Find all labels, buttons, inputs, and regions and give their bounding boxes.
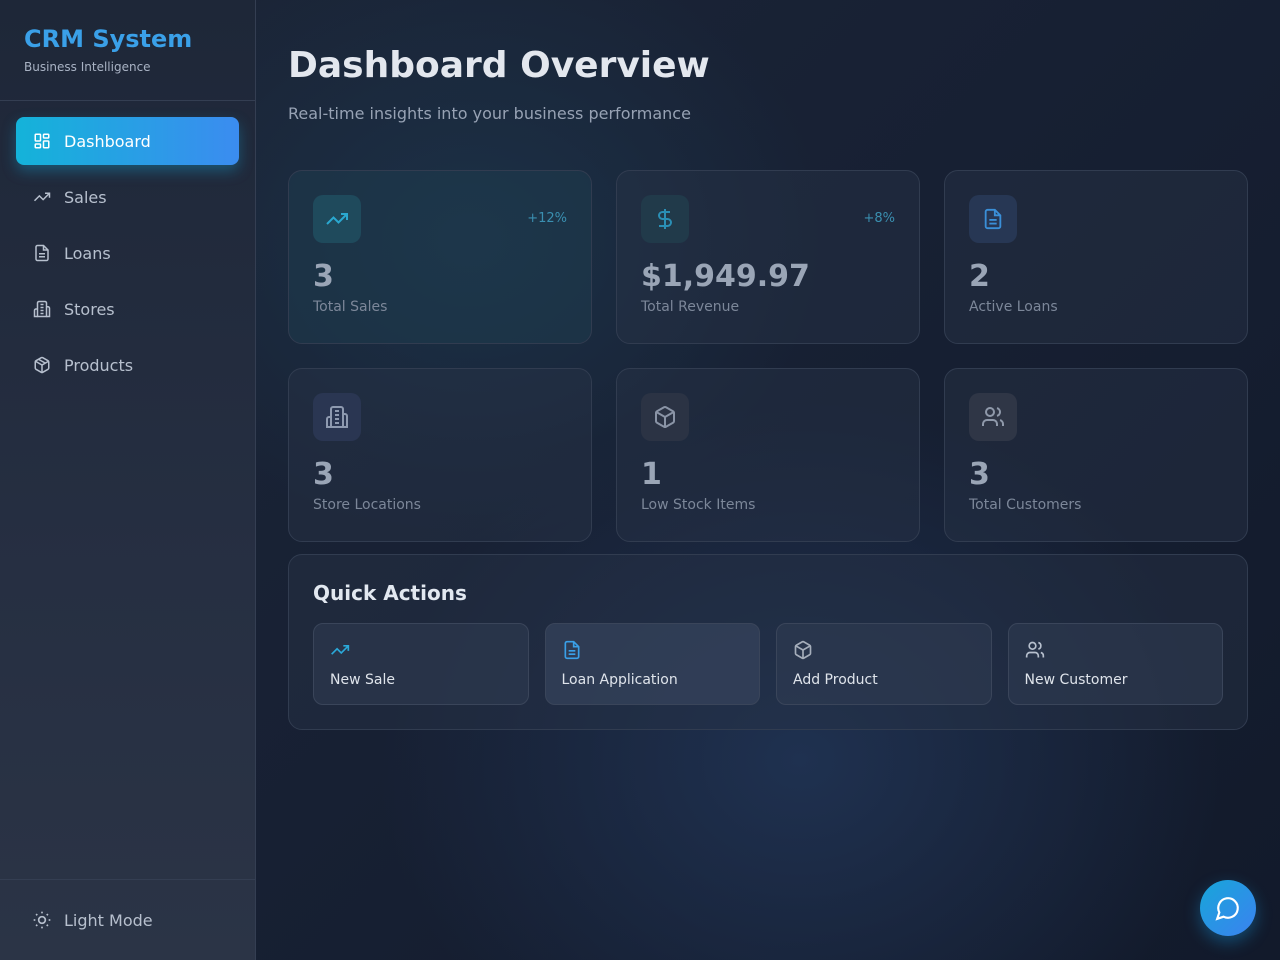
brand-subtitle: Business Intelligence xyxy=(24,60,151,74)
add-product-button[interactable]: Add Product xyxy=(776,623,992,705)
sidebar-nav: Dashboard Sales Loans Stores Products xyxy=(0,101,255,413)
stat-card-store-locations[interactable]: 3 Store Locations xyxy=(288,368,592,542)
chat-icon xyxy=(1215,895,1241,921)
stat-value: 3 xyxy=(313,457,334,492)
document-icon xyxy=(969,195,1017,243)
stat-label: Total Customers xyxy=(969,497,1082,513)
stat-card-low-stock[interactable]: 1 Low Stock Items xyxy=(616,368,920,542)
trending-up-icon xyxy=(330,640,512,660)
new-sale-button[interactable]: New Sale xyxy=(313,623,529,705)
brand: CRM System Business Intelligence xyxy=(0,0,255,101)
main-content: Dashboard Overview Real-time insights in… xyxy=(288,0,1248,730)
sidebar-item-dashboard[interactable]: Dashboard xyxy=(16,117,239,165)
stat-card-total-customers[interactable]: 3 Total Customers xyxy=(944,368,1248,542)
stat-label: Store Locations xyxy=(313,497,421,513)
loan-application-button[interactable]: Loan Application xyxy=(544,623,760,705)
trend-badge: +8% xyxy=(863,211,895,226)
building-icon xyxy=(32,299,52,319)
sidebar-item-label: Stores xyxy=(64,299,115,319)
sidebar-item-products[interactable]: Products xyxy=(16,341,239,389)
quick-action-label: New Customer xyxy=(1024,672,1128,688)
quick-actions-row: New Sale Loan Application Add Product Ne… xyxy=(313,623,1223,705)
stat-value: $1,949.97 xyxy=(641,259,810,294)
quick-actions-panel: Quick Actions New Sale Loan Application … xyxy=(288,554,1248,730)
building-icon xyxy=(313,393,361,441)
theme-toggle-label: Light Mode xyxy=(64,910,153,930)
stat-label: Low Stock Items xyxy=(641,497,756,513)
stat-card-total-revenue[interactable]: +8% $1,949.97 Total Revenue xyxy=(616,170,920,344)
users-icon xyxy=(969,393,1017,441)
sidebar-item-loans[interactable]: Loans xyxy=(16,229,239,277)
stat-value: 2 xyxy=(969,259,990,294)
stat-card-active-loans[interactable]: 2 Active Loans xyxy=(944,170,1248,344)
quick-action-label: New Sale xyxy=(330,672,395,688)
trending-up-icon xyxy=(32,187,52,207)
dashboard-icon xyxy=(32,131,52,151)
brand-title: CRM System xyxy=(24,25,193,53)
sidebar-item-label: Sales xyxy=(64,187,107,207)
users-icon xyxy=(1025,640,1207,660)
sidebar-item-sales[interactable]: Sales xyxy=(16,173,239,221)
sidebar-item-label: Loans xyxy=(64,243,111,263)
box-icon xyxy=(793,640,975,660)
dollar-icon xyxy=(641,195,689,243)
stat-card-total-sales[interactable]: +12% 3 Total Sales xyxy=(288,170,592,344)
document-icon xyxy=(32,243,52,263)
sidebar-item-label: Products xyxy=(64,355,134,375)
page-subtitle: Real-time insights into your business pe… xyxy=(288,104,691,123)
stat-label: Total Sales xyxy=(313,299,388,315)
document-icon xyxy=(562,640,744,660)
sidebar: CRM System Business Intelligence Dashboa… xyxy=(0,0,256,960)
stat-label: Total Revenue xyxy=(641,299,740,315)
trend-badge: +12% xyxy=(527,211,567,226)
trending-up-icon xyxy=(313,195,361,243)
sidebar-item-stores[interactable]: Stores xyxy=(16,285,239,333)
stat-value: 1 xyxy=(641,457,662,492)
box-icon xyxy=(641,393,689,441)
new-customer-button[interactable]: New Customer xyxy=(1007,623,1223,705)
sun-icon xyxy=(32,910,52,930)
quick-action-label: Loan Application xyxy=(561,672,678,688)
chat-button[interactable] xyxy=(1200,880,1256,936)
quick-actions-title: Quick Actions xyxy=(313,581,467,605)
page-title: Dashboard Overview xyxy=(288,45,710,86)
stat-value: 3 xyxy=(313,259,334,294)
stat-label: Active Loans xyxy=(969,299,1058,315)
theme-toggle-button[interactable]: Light Mode xyxy=(0,879,255,960)
sidebar-item-label: Dashboard xyxy=(64,131,151,151)
quick-action-label: Add Product xyxy=(793,672,878,688)
stat-value: 3 xyxy=(969,457,990,492)
box-icon xyxy=(32,355,52,375)
